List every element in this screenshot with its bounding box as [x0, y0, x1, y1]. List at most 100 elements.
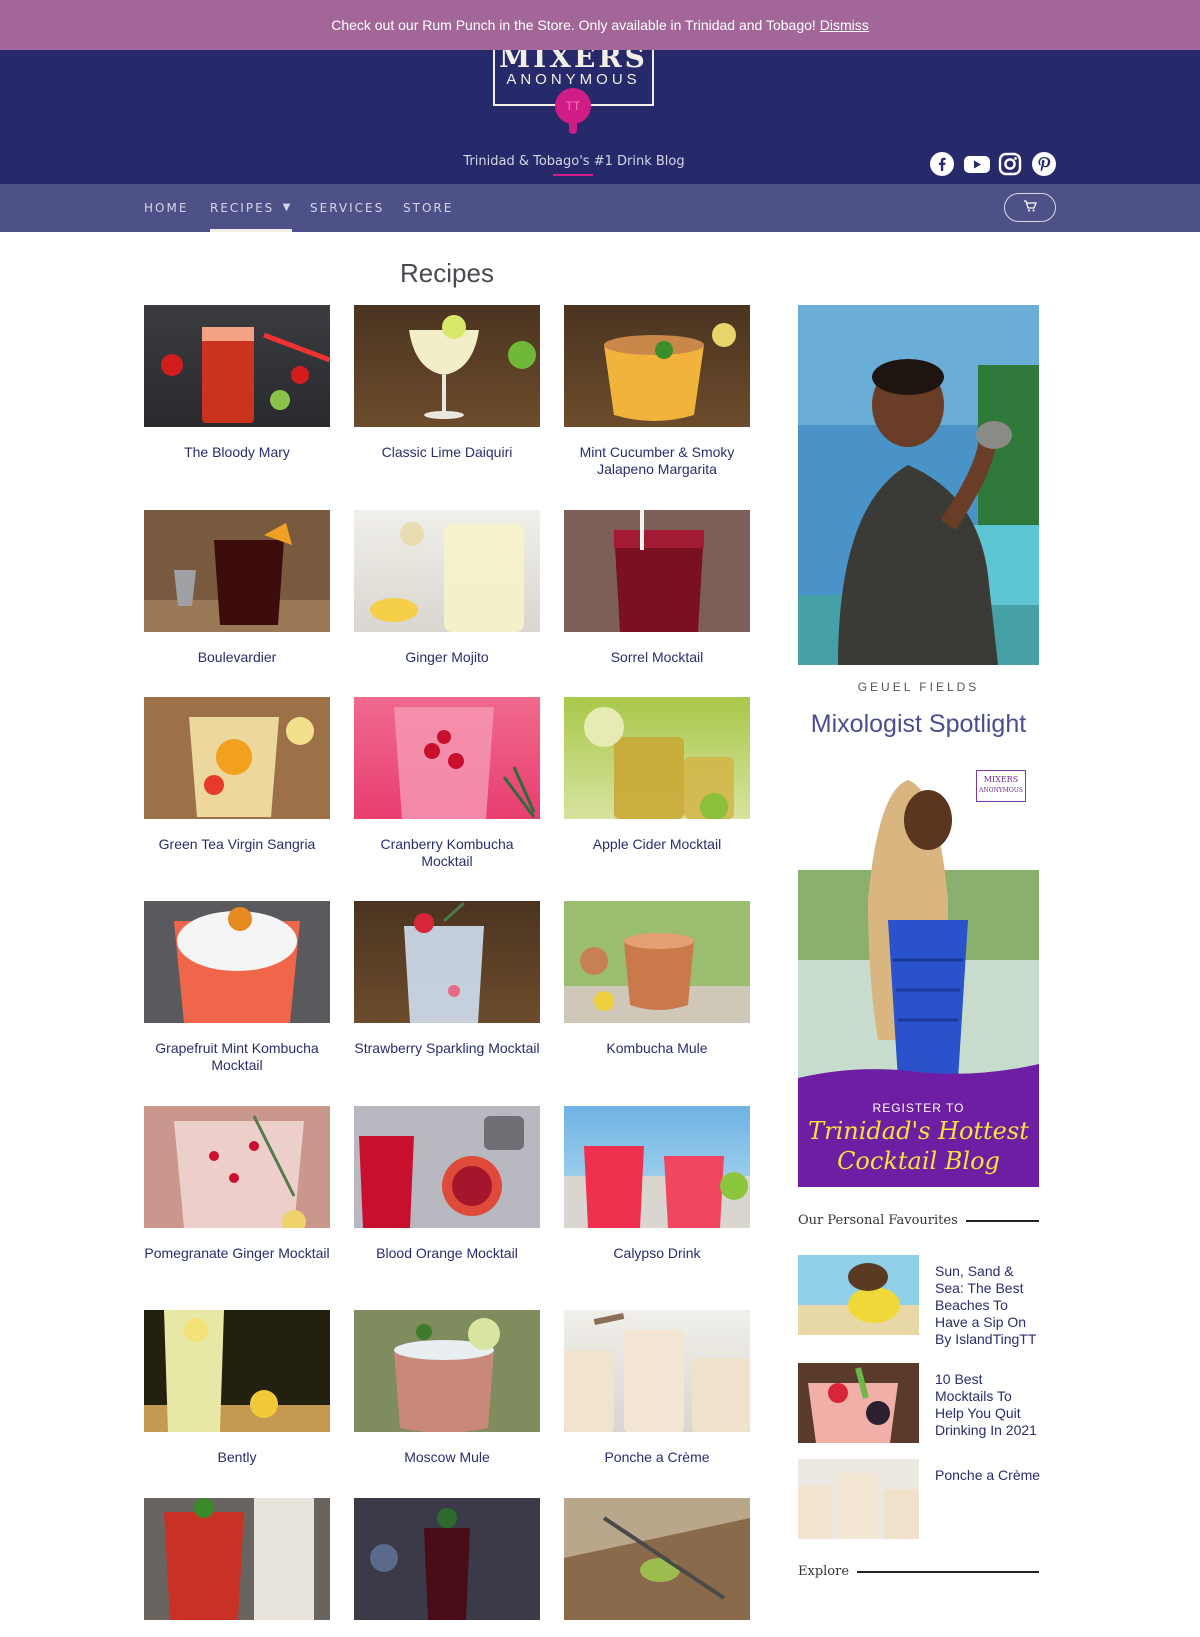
recipe-thumbnail	[564, 901, 750, 1023]
cart-button[interactable]	[1004, 193, 1056, 222]
heading-divider	[965, 1219, 1039, 1222]
recipe-card[interactable]: Ponche a Crème	[564, 1310, 750, 1466]
recipe-card[interactable]: Pomegranate Ginger Mocktail	[144, 1106, 330, 1262]
recipe-thumbnail	[144, 1498, 330, 1620]
recipe-title: Moscow Mule	[404, 1449, 490, 1465]
logo-drop-mark: TT	[555, 88, 591, 124]
recipe-title: Ginger Mojito	[405, 649, 489, 665]
banner-logo-line2: ANONYMOUS	[979, 787, 1023, 794]
recipe-thumbnail	[144, 697, 330, 819]
recipe-card[interactable]: The Bloody Mary	[144, 305, 330, 461]
recipe-card[interactable]: Sorrel Mocktail	[564, 510, 750, 666]
favourite-thumbnail	[798, 1363, 919, 1443]
social-links	[930, 152, 1056, 176]
cart-icon	[1023, 199, 1037, 217]
recipe-card[interactable]: Calypso Drink	[564, 1106, 750, 1262]
instagram-icon[interactable]	[998, 152, 1022, 176]
recipe-thumbnail	[564, 1310, 750, 1432]
photo-caption: GEUEL FIELDS	[857, 680, 980, 694]
recipe-card[interactable]: Moscow Mule	[354, 1310, 540, 1466]
recipe-thumbnail	[354, 510, 540, 632]
favourites-heading: Our Personal Favourites	[798, 1213, 1039, 1228]
favourite-item[interactable]: Sun, Sand & Sea: The Best Beaches To Hav…	[798, 1255, 1039, 1347]
recipe-card[interactable]: Apple Cider Mocktail	[564, 697, 750, 853]
favourite-item[interactable]: Ponche a Crème	[798, 1459, 1041, 1539]
nav-services[interactable]: SERVICES	[310, 184, 384, 232]
recipe-thumbnail	[144, 1106, 330, 1228]
recipe-thumbnail	[354, 901, 540, 1023]
banner-line1: REGISTER TO	[872, 1101, 965, 1115]
recipe-title: Strawberry Sparkling Mocktail	[354, 1040, 540, 1056]
recipe-thumbnail	[144, 305, 330, 427]
recipe-title: Boulevardier	[197, 649, 277, 665]
recipe-title: Bently	[217, 1449, 257, 1465]
mixologist-photo	[798, 305, 1039, 665]
register-banner[interactable]: MIXERS ANONYMOUS REGISTER TO Trinidad's …	[798, 760, 1039, 1187]
favourite-title: Ponche a Crème	[935, 1467, 1041, 1483]
banner-logo-line1: MIXERS	[983, 775, 1019, 784]
recipe-thumbnail	[354, 697, 540, 819]
recipe-title: Ponche a Crème	[604, 1449, 710, 1465]
favourite-thumbnail	[798, 1459, 919, 1539]
nav-home[interactable]: HOME	[144, 184, 188, 232]
favourite-title: Sun, Sand & Sea: The Best Beaches To Hav…	[935, 1263, 1037, 1347]
recipe-title: Calypso Drink	[613, 1245, 701, 1261]
store-notice-bar: Check out our Rum Punch in the Store. On…	[0, 0, 1200, 50]
banner-line3: Cocktail Blog	[837, 1147, 1000, 1175]
recipe-thumbnail	[564, 510, 750, 632]
nav-recipes-label: RECIPES	[210, 201, 275, 215]
recipe-card[interactable]	[144, 1498, 330, 1637]
spotlight-title: Mixologist Spotlight	[810, 710, 1027, 738]
recipe-thumbnail	[354, 1106, 540, 1228]
recipe-card[interactable]: Grapefruit Mint Kombucha Mocktail	[144, 901, 330, 1074]
recipe-card[interactable]: Strawberry Sparkling Mocktail	[354, 901, 540, 1057]
recipe-title: The Bloody Mary	[184, 444, 290, 460]
pinterest-icon[interactable]	[1032, 152, 1056, 176]
recipe-card[interactable]: Green Tea Virgin Sangria	[144, 697, 330, 853]
recipe-title: Cranberry Kombucha Mocktail	[380, 836, 514, 869]
recipe-title: Green Tea Virgin Sangria	[158, 836, 316, 852]
recipe-title: Sorrel Mocktail	[610, 649, 704, 665]
favourite-thumbnail	[798, 1255, 919, 1335]
dismiss-link[interactable]: Dismiss	[820, 17, 869, 33]
nav-recipes[interactable]: RECIPES ▼	[210, 184, 293, 232]
favourites-heading-label: Our Personal Favourites	[798, 1213, 958, 1228]
recipe-card[interactable]: Kombucha Mule	[564, 901, 750, 1057]
recipe-thumbnail	[564, 697, 750, 819]
recipe-card[interactable]: Bently	[144, 1310, 330, 1466]
recipe-title: Blood Orange Mocktail	[376, 1245, 518, 1261]
recipe-card[interactable]: Boulevardier	[144, 510, 330, 666]
tagline-underline	[553, 174, 593, 176]
heading-divider	[857, 1570, 1039, 1573]
recipe-title: Grapefruit Mint Kombucha Mocktail	[155, 1040, 319, 1073]
logo-drip	[569, 120, 577, 134]
recipe-card[interactable]: Mint Cucumber & Smoky Jalapeno Margarita	[564, 305, 750, 478]
recipe-title: Classic Lime Daiquiri	[381, 444, 513, 460]
recipe-card[interactable]: Ginger Mojito	[354, 510, 540, 666]
notice-text: Check out our Rum Punch in the Store. On…	[331, 17, 816, 33]
youtube-icon[interactable]	[964, 152, 990, 176]
recipe-thumbnail	[564, 305, 750, 427]
explore-heading: Explore	[798, 1564, 1039, 1579]
recipe-thumbnail	[144, 510, 330, 632]
recipe-title: Kombucha Mule	[606, 1040, 708, 1056]
nav-store[interactable]: STORE	[403, 184, 453, 232]
recipe-card[interactable]: Blood Orange Mocktail	[354, 1106, 540, 1262]
chevron-down-icon: ▼	[282, 202, 293, 213]
recipe-card[interactable]	[564, 1498, 750, 1637]
favourite-item[interactable]: 10 Best Mocktails To Help You Quit Drink…	[798, 1363, 1039, 1443]
banner-logo: MIXERS ANONYMOUS	[976, 770, 1026, 802]
logo-line2: ANONYMOUS	[506, 71, 641, 88]
explore-heading-label: Explore	[798, 1564, 850, 1579]
recipe-title: Pomegranate Ginger Mocktail	[144, 1245, 330, 1261]
recipe-thumbnail	[144, 1310, 330, 1432]
recipe-card[interactable]: Cranberry Kombucha Mocktail	[354, 697, 540, 870]
recipe-card[interactable]: Classic Lime Daiquiri	[354, 305, 540, 461]
recipe-card[interactable]	[354, 1498, 540, 1637]
recipe-thumbnail	[354, 1310, 540, 1432]
banner-line2: Trinidad's Hottest	[808, 1117, 1029, 1145]
page-title: Recipes	[400, 258, 494, 288]
facebook-icon[interactable]	[930, 152, 954, 176]
recipe-thumbnail	[144, 901, 330, 1023]
favourite-title: 10 Best Mocktails To Help You Quit Drink…	[935, 1371, 1037, 1438]
